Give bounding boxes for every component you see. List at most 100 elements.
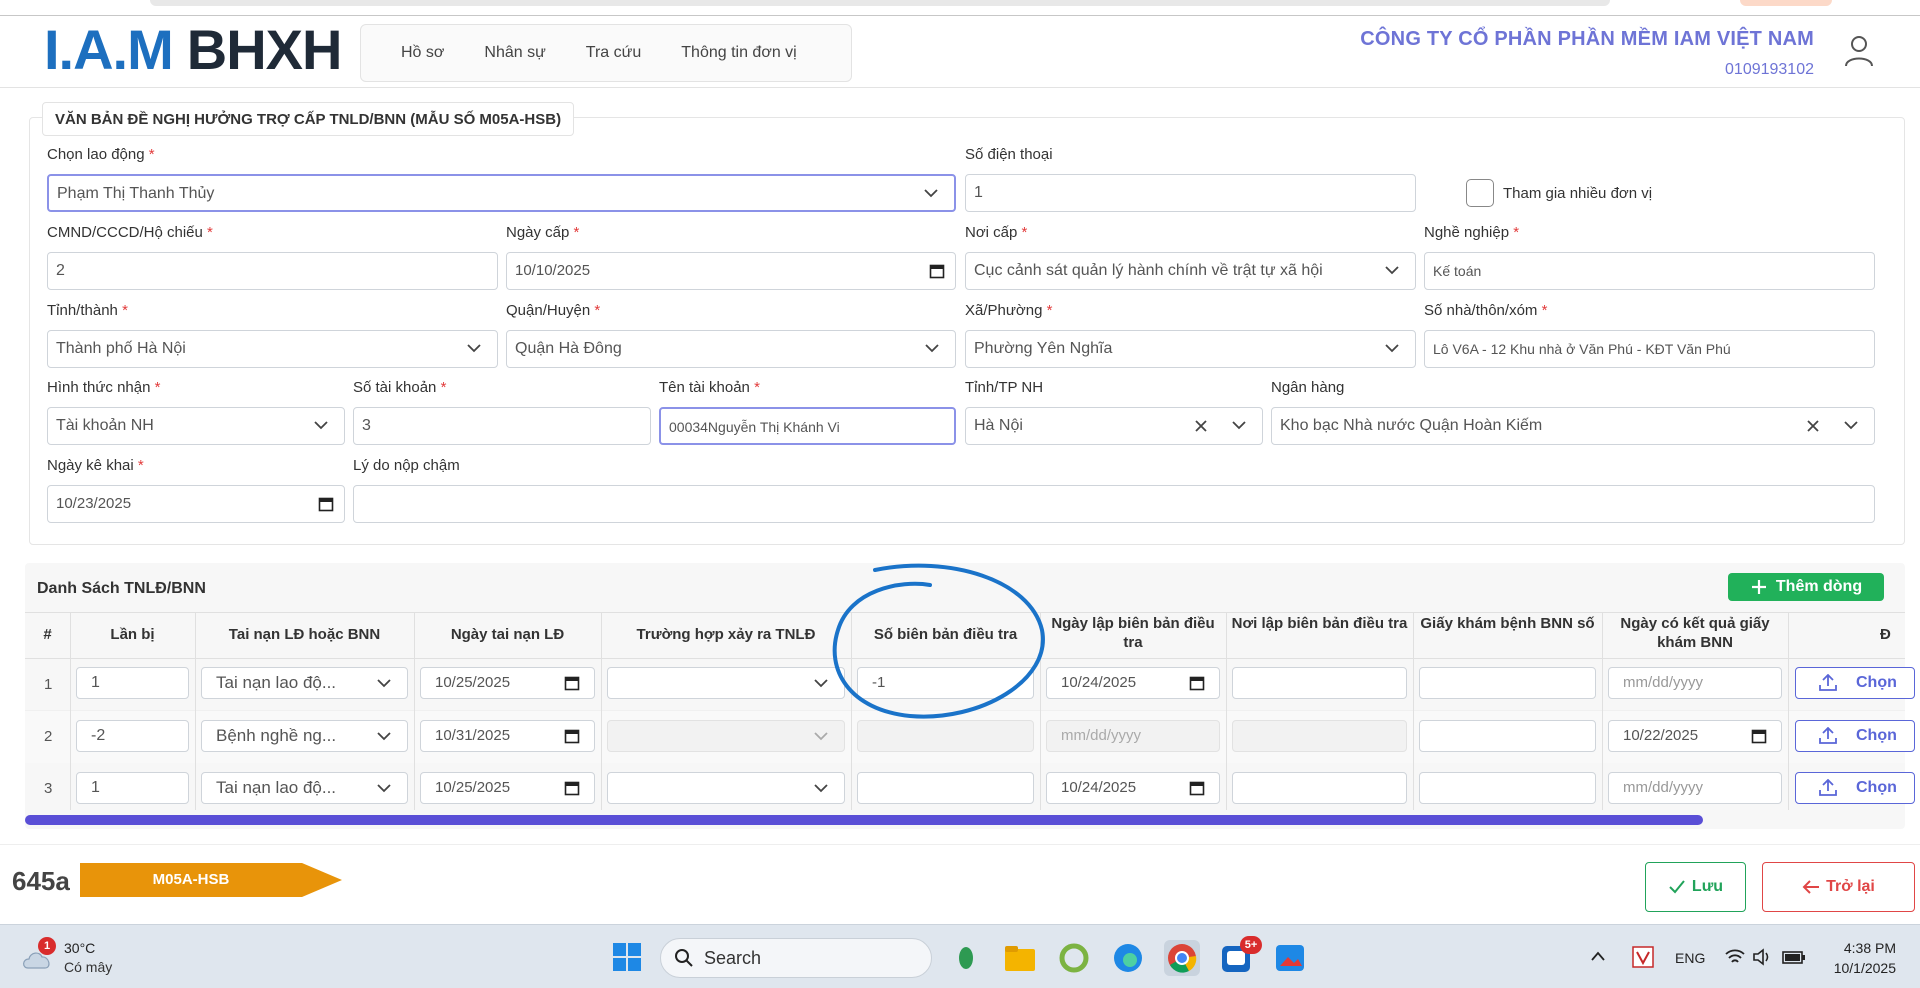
back-button[interactable]: Trở lại [1762,862,1915,912]
ly-do-nop-cham-input[interactable] [353,485,1875,523]
so-dien-thoai-input[interactable]: 1 [965,174,1416,212]
tinh-tp-nh-select[interactable]: Hà Nội [965,407,1263,445]
browser-action-pill[interactable] [1740,0,1832,6]
greenshot-app-icon[interactable] [1056,940,1092,976]
chon-lao-dong-select[interactable]: Phạm Thị Thanh Thủy [47,174,956,212]
row-1-noi-lap-input[interactable] [1232,667,1407,699]
chevron-down-icon [814,732,828,741]
so-nha-input[interactable]: Lô V6A - 12 Khu nhà ở Văn Phú - KĐT Văn … [1424,330,1875,368]
taskbar-search-box[interactable] [660,938,932,978]
row-3-loai-select[interactable]: Tai nạn lao độ... [201,772,408,804]
edge-browser-icon[interactable] [1110,940,1146,976]
volume-icon[interactable] [1752,948,1774,966]
chevron-down-icon [1385,344,1399,353]
chevron-up-icon[interactable] [1590,950,1606,962]
row-3-noi-lap-input[interactable] [1232,772,1407,804]
plus-icon [1751,580,1766,594]
row-3-ngay-lap-input[interactable]: 10/24/2025 [1046,772,1220,804]
calendar-icon[interactable] [1189,780,1205,796]
clear-icon[interactable] [1804,417,1822,435]
table-horizontal-scrollbar[interactable] [25,815,1703,825]
row-2-giay-kham-input[interactable] [1419,720,1596,752]
row-3-so-bien-ban-input[interactable] [857,772,1034,804]
chrome-browser-icon[interactable] [1164,940,1200,976]
user-account-icon[interactable] [1844,34,1874,68]
row-1-choose-file-button[interactable]: Chọn [1795,667,1915,699]
row-2-loai-select[interactable]: Bệnh nghề ng... [201,720,408,752]
add-row-button[interactable]: Thêm dòng [1728,573,1884,601]
ten-tai-khoan-label: Tên tài khoản * [659,379,760,396]
save-button[interactable]: Lưu [1645,862,1746,912]
row-2-ngay-ket-qua-input[interactable]: 10/22/2025 [1608,720,1782,752]
address-bar[interactable] [150,0,1610,6]
xa-phuong-select[interactable]: Phường Yên Nghĩa [965,330,1416,368]
calendar-icon[interactable] [564,728,580,744]
row-3-truong-hop-select[interactable] [607,772,845,804]
clock-date[interactable]: 10/1/2025 [1826,960,1896,976]
xa-phuong-label: Xã/Phường * [965,302,1053,319]
cmnd-label: CMND/CCCD/Hộ chiếu * [47,224,213,241]
form-tag-label: M05A-HSB [152,871,230,888]
row-1-truong-hop-select[interactable] [607,667,845,699]
nav-nhan-su[interactable]: Nhân sự [484,44,545,62]
row-3-ngay-ket-qua-input[interactable]: mm/dd/yyyy [1608,772,1782,804]
row-1-lan-bi-input[interactable]: 1 [76,667,189,699]
row-1-loai-select[interactable]: Tai nạn lao độ... [201,667,408,699]
battery-icon[interactable] [1782,948,1806,966]
app-logo[interactable]: I.A.M BHXH [44,22,342,78]
nghe-nghiep-input[interactable]: Kế toán [1424,252,1875,290]
nav-thong-tin-don-vi[interactable]: Thông tin đơn vị [681,44,796,62]
nav-ho-so[interactable]: Hồ sơ [401,44,444,62]
row-3-choose-file-button[interactable]: Chọn [1795,772,1915,804]
ngay-ke-khai-input[interactable]: 10/23/2025 [47,485,345,523]
row-2-lan-bi-input[interactable]: -2 [76,720,189,752]
weather-description: Có mây [64,959,113,975]
col-header-ngay-tai-nan: Ngày tai nạn LĐ [450,626,565,643]
row-1-ngay-ket-qua-input[interactable]: mm/dd/yyyy [1608,667,1782,699]
so-tai-khoan-input[interactable]: 3 [353,407,651,445]
row-3-lan-bi-input[interactable]: 1 [76,772,189,804]
nav-tra-cuu[interactable]: Tra cứu [586,44,641,62]
tinh-thanh-select[interactable]: Thành phố Hà Nội [47,330,498,368]
hinh-thuc-nhan-select[interactable]: Tài khoản NH [47,407,345,445]
row-1-ngay-tai-nan-input[interactable]: 10/25/2025 [420,667,595,699]
calendar-icon[interactable] [564,780,580,796]
tham-gia-nhieu-don-vi-checkbox[interactable] [1466,179,1494,207]
calendar-icon[interactable] [318,496,334,512]
file-explorer-icon[interactable] [1002,940,1038,976]
clock-time[interactable]: 4:38 PM [1836,940,1896,956]
ten-tai-khoan-input[interactable]: 00034Nguyễn Thị Khánh Vi [659,407,956,445]
calendar-icon[interactable] [929,263,945,279]
clear-icon[interactable] [1192,417,1210,435]
row-2-choose-file-button[interactable]: Chọn [1795,720,1915,752]
row-3-ngay-tai-nan-input[interactable]: 10/25/2025 [420,772,595,804]
chevron-down-icon [1385,266,1399,275]
noi-cap-select[interactable]: Cục cảnh sát quản lý hành chính về trật … [965,252,1416,290]
row-2-ngay-tai-nan-input[interactable]: 10/31/2025 [420,720,595,752]
row-1-ngay-lap-input[interactable]: 10/24/2025 [1046,667,1220,699]
calendar-icon[interactable] [564,675,580,691]
photos-app-icon[interactable] [1272,940,1308,976]
calendar-icon[interactable] [1189,675,1205,691]
tham-gia-nhieu-don-vi-label: Tham gia nhiều đơn vị [1503,185,1653,202]
col-divider [1788,612,1789,810]
leaf-app-icon[interactable] [948,940,984,976]
antivirus-tray-icon[interactable] [1632,946,1654,968]
calendar-icon[interactable] [1751,728,1767,744]
ngay-cap-input[interactable]: 10/10/2025 [506,252,956,290]
cmnd-input[interactable]: 2 [47,252,498,290]
col-header-noi-lap-bien-ban: Nơi lập biên bản điều tra [1231,615,1408,632]
col-header-lan-bi: Lần bị [110,626,155,643]
row-1-giay-kham-input[interactable] [1419,667,1596,699]
ngay-cap-label: Ngày cấp * [506,224,580,241]
windows-start-icon[interactable] [612,942,642,972]
chevron-down-icon [1844,421,1858,430]
col-header-giay-kham-bnn: Giấy khám bệnh BNN số [1420,615,1595,632]
row-3-giay-kham-input[interactable] [1419,772,1596,804]
ngan-hang-select[interactable]: Kho bạc Nhà nước Quận Hoàn Kiếm [1271,407,1875,445]
company-code: 0109193102 [1725,61,1814,78]
language-indicator[interactable]: ENG [1675,950,1705,966]
wifi-icon[interactable] [1724,948,1746,966]
chevron-down-icon [467,344,481,353]
quan-huyen-select[interactable]: Quận Hà Đông [506,330,956,368]
